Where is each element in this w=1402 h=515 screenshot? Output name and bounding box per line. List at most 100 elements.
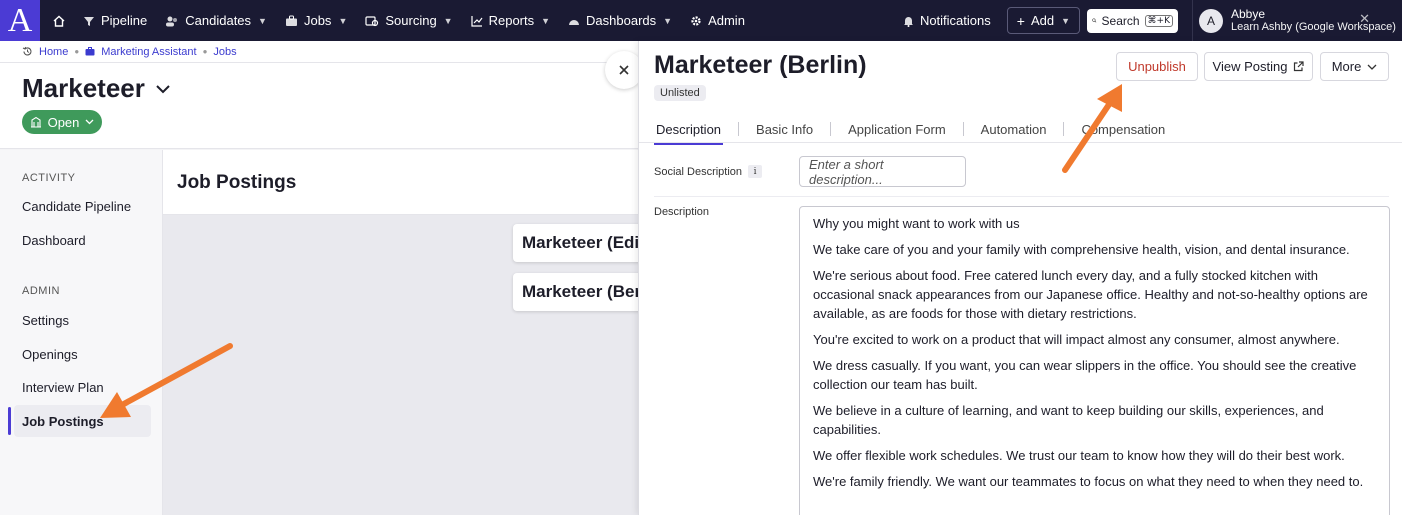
breadcrumb-home[interactable]: Home	[39, 46, 68, 58]
chevron-down-icon: ▼	[663, 15, 673, 26]
top-navigation: A Pipeline Candidates ▼ Jobs ▼ Sourcing …	[0, 0, 1402, 41]
nav-jobs[interactable]: Jobs ▼	[276, 0, 356, 41]
chevron-down-icon: ▼	[541, 15, 551, 26]
user-menu[interactable]: A Abbye Learn Ashby (Google Workspace)	[1192, 0, 1402, 41]
status-badge: Unlisted	[654, 85, 706, 101]
user-name: Abbye	[1231, 7, 1266, 21]
unpublish-label: Unpublish	[1128, 59, 1186, 74]
job-sidebar: ACTIVITY Candidate Pipeline Dashboard AD…	[0, 150, 163, 515]
add-button[interactable]: + Add ▼	[1006, 7, 1080, 34]
chevron-down-icon	[85, 119, 94, 125]
ashby-logo[interactable]: A	[0, 0, 40, 41]
nav-sourcing-label: Sourcing	[385, 13, 437, 28]
chevron-down-icon: ▼	[443, 15, 453, 26]
nav-admin-label: Admin	[708, 13, 745, 28]
job-status-button[interactable]: Open	[22, 110, 102, 134]
tabs-divider	[639, 142, 1402, 143]
description-paragraph: We take care of you and your family with…	[813, 242, 1350, 257]
tab-compensation[interactable]: Compensation	[1079, 117, 1167, 141]
tab-description[interactable]: Description	[654, 117, 724, 145]
description-editor[interactable]: Why you might want to work with us We ta…	[799, 206, 1390, 515]
search-icon	[1092, 18, 1097, 23]
chevron-down-icon: ▼	[258, 15, 267, 26]
history-icon[interactable]	[22, 46, 33, 57]
nav-dashboards[interactable]: Dashboards ▼	[559, 0, 681, 41]
nav-pipeline-label: Pipeline	[101, 13, 148, 28]
chevron-down-icon	[1367, 64, 1377, 70]
sidebar-section-activity: ACTIVITY	[22, 172, 76, 184]
gear-icon	[691, 15, 701, 26]
sidebar-item-job-postings[interactable]: Job Postings	[22, 414, 104, 429]
more-button[interactable]: More	[1320, 52, 1389, 81]
postings-header: Job Postings	[163, 150, 640, 215]
breadcrumb-separator: ●	[202, 47, 208, 56]
add-label: Add	[1030, 13, 1055, 28]
description-paragraph: We're serious about food. Free catered l…	[813, 268, 1368, 321]
sidebar-item-openings[interactable]: Openings	[22, 347, 78, 362]
posting-card[interactable]: Marketeer (Edi	[513, 224, 653, 262]
description-paragraph: We offer flexible work schedules. We tru…	[813, 448, 1345, 463]
tab-application-form[interactable]: Application Form	[846, 117, 948, 141]
breadcrumb: Home ● Marketing Assistant ● Jobs	[0, 41, 640, 63]
nav-candidates[interactable]: Candidates ▼	[156, 0, 276, 41]
nav-pipeline[interactable]: Pipeline	[74, 0, 156, 41]
social-description-label: Social Description i	[654, 165, 763, 178]
view-posting-button[interactable]: View Posting	[1204, 52, 1313, 81]
nav-reports[interactable]: Reports ▼	[462, 0, 559, 41]
close-icon	[619, 65, 629, 75]
tab-automation[interactable]: Automation	[979, 117, 1049, 141]
tab-separator	[1063, 122, 1065, 136]
search-shortcut: ⌘+K	[1144, 14, 1173, 27]
info-icon[interactable]: i	[748, 165, 763, 178]
sourcing-icon	[365, 15, 379, 26]
description-paragraph: Why you might want to work with us	[813, 216, 1020, 231]
social-description-input[interactable]: Enter a short description...	[799, 156, 966, 187]
nav-reports-label: Reports	[488, 13, 535, 28]
gauge-icon	[569, 19, 580, 25]
sidebar-item-candidate-pipeline[interactable]: Candidate Pipeline	[22, 199, 131, 214]
nav-jobs-label: Jobs	[303, 13, 332, 28]
avatar: A	[1199, 8, 1223, 33]
posting-detail-panel: Marketeer (Berlin) Unlisted Unpublish Vi…	[638, 41, 1402, 515]
search-button[interactable]: Search ⌘+K	[1087, 8, 1178, 33]
more-label: More	[1331, 59, 1362, 74]
notifications-label: Notifications	[919, 13, 991, 28]
plus-icon: +	[1016, 12, 1025, 29]
posting-tabs: Description Basic Info Application Form …	[654, 117, 1167, 145]
bell-icon	[903, 16, 913, 27]
briefcase-icon	[285, 15, 297, 26]
chevron-down-icon	[156, 84, 170, 93]
briefcase-icon	[85, 47, 95, 56]
description-paragraph: You're excited to work on a product that…	[813, 332, 1340, 347]
unpublish-button[interactable]: Unpublish	[1116, 52, 1198, 81]
building-icon	[30, 116, 41, 128]
chevron-down-icon: ▼	[1061, 15, 1070, 26]
view-posting-label: View Posting	[1212, 59, 1288, 74]
sidebar-item-settings[interactable]: Settings	[22, 313, 69, 328]
nav-sourcing[interactable]: Sourcing ▼	[356, 0, 461, 41]
job-status-label: Open	[47, 114, 80, 130]
notifications-button[interactable]: Notifications	[903, 13, 991, 28]
postings-title: Job Postings	[177, 172, 297, 193]
home-icon[interactable]	[44, 14, 74, 28]
description-paragraph: We dress casually. If you want, you can …	[813, 358, 1357, 392]
breadcrumb-jobs[interactable]: Jobs	[213, 46, 236, 58]
job-title[interactable]: Marketeer	[22, 73, 171, 104]
sidebar-item-dashboard[interactable]: Dashboard	[22, 233, 86, 248]
chart-icon	[470, 15, 483, 27]
chevron-down-icon: ▼	[338, 15, 348, 26]
external-link-icon	[1294, 61, 1305, 72]
posting-card[interactable]: Marketeer (Ber	[513, 273, 653, 311]
sidebar-section-admin: ADMIN	[22, 285, 60, 297]
nav-candidates-label: Candidates	[185, 13, 252, 28]
job-title-text: Marketeer	[22, 73, 145, 103]
close-icon[interactable]: ✕	[1359, 11, 1370, 27]
search-label: Search	[1101, 13, 1140, 28]
description-label: Description	[654, 206, 710, 218]
tab-basic-info[interactable]: Basic Info	[754, 117, 815, 141]
nav-admin[interactable]: Admin	[681, 0, 754, 41]
sidebar-item-interview-plan[interactable]: Interview Plan	[22, 380, 104, 395]
tab-separator	[962, 122, 964, 136]
breadcrumb-marketing-assistant[interactable]: Marketing Assistant	[101, 46, 196, 58]
nav-dashboards-label: Dashboards	[586, 13, 657, 28]
